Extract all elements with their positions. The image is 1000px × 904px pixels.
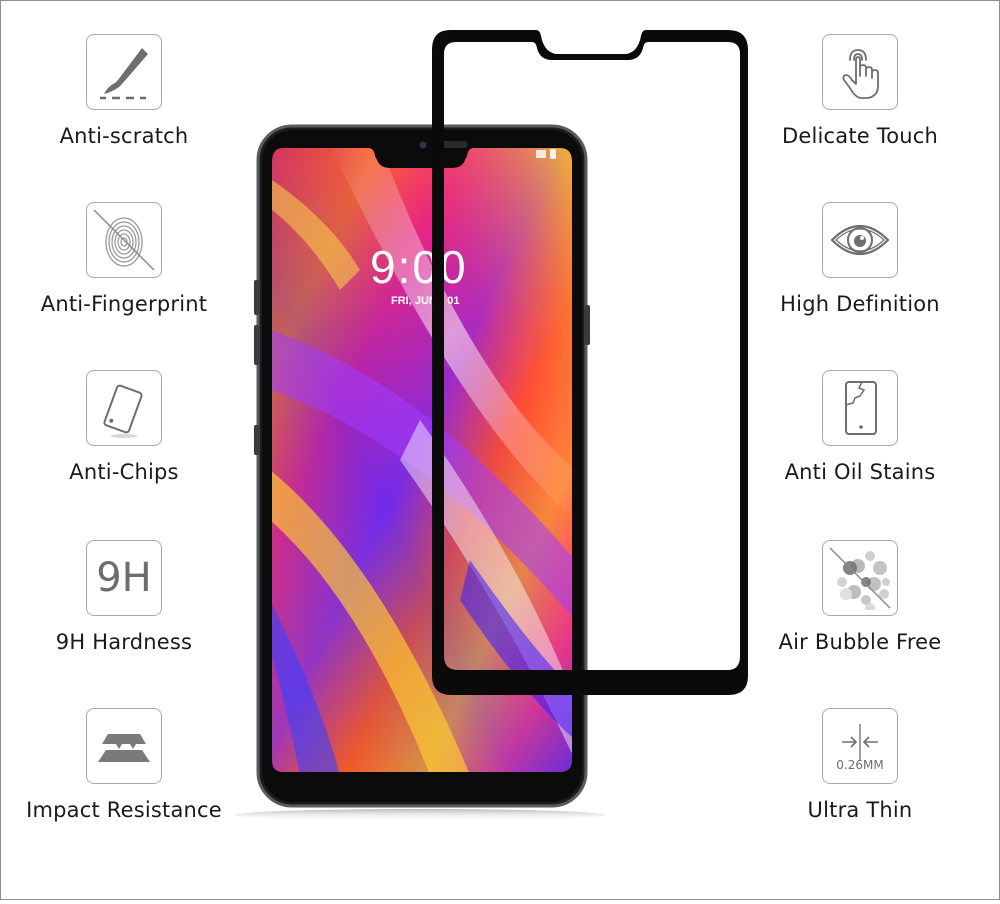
volume-button <box>254 325 259 365</box>
feature-anti-scratch: Anti-scratch <box>4 34 244 148</box>
volume-button <box>254 280 259 315</box>
9h-icon-text: 9H <box>96 555 152 601</box>
feature-label: 9H Hardness <box>55 630 193 654</box>
assistant-button <box>254 425 259 455</box>
feature-label: Anti-Chips <box>69 460 179 484</box>
feature-label: Anti-Fingerprint <box>40 292 208 316</box>
thickness-text: 0.26MM <box>836 758 884 772</box>
crossed-fingerprint-icon <box>86 202 162 278</box>
scalpel-scratch-icon <box>86 34 162 110</box>
feature-impact-resistance: Impact Resistance <box>4 708 244 822</box>
feature-label: Anti-scratch <box>59 124 189 148</box>
feature-label: High Definition <box>780 292 940 316</box>
feature-label: Delicate Touch <box>781 124 939 148</box>
crossed-bubbles-icon <box>822 540 898 616</box>
9h-hardness-icon: 9H <box>86 540 162 616</box>
feature-high-definition: High Definition <box>740 202 980 316</box>
cracked-phone-icon <box>822 370 898 446</box>
feature-label: Air Bubble Free <box>778 630 942 654</box>
impact-layers-icon <box>86 708 162 784</box>
phone-shadow <box>235 809 605 821</box>
feature-9h-hardness: 9H 9H Hardness <box>4 540 244 654</box>
eye-icon <box>822 202 898 278</box>
feature-anti-oil-stains: Anti Oil Stains <box>740 370 980 484</box>
thickness-arrows-icon: 0.26MM <box>822 708 898 784</box>
feature-delicate-touch: Delicate Touch <box>740 34 980 148</box>
tilted-phone-icon <box>86 370 162 446</box>
feature-anti-fingerprint: Anti-Fingerprint <box>4 202 244 316</box>
front-camera <box>419 141 427 149</box>
feature-label: Impact Resistance <box>26 798 222 822</box>
feature-ultra-thin: 0.26MM Ultra Thin <box>740 708 980 822</box>
touch-hand-icon <box>822 34 898 110</box>
feature-label: Ultra Thin <box>807 798 913 822</box>
feature-anti-chips: Anti-Chips <box>4 370 244 484</box>
feature-label: Anti Oil Stains <box>784 460 936 484</box>
feature-air-bubble-free: Air Bubble Free <box>740 540 980 654</box>
